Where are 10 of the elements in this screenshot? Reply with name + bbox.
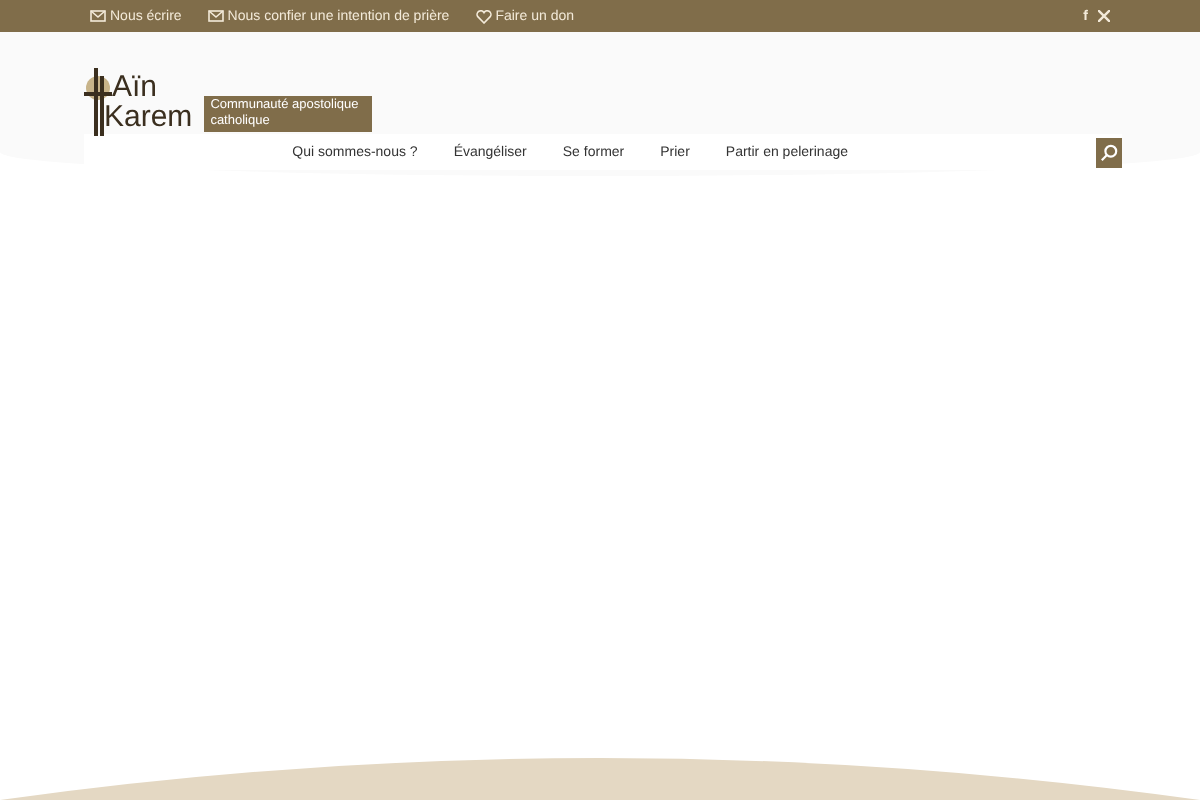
x-icon	[1098, 10, 1110, 22]
search-icon	[1100, 143, 1118, 161]
logo-text: Aïn	[112, 72, 160, 102]
search-button[interactable]	[1096, 137, 1122, 167]
logo-text: Karem	[104, 102, 193, 132]
logo[interactable]: Aïn Karem	[84, 68, 193, 136]
envelope-icon	[207, 10, 224, 22]
heart-icon	[475, 9, 492, 23]
x-link[interactable]	[1098, 10, 1110, 22]
envelope-icon	[90, 10, 106, 22]
